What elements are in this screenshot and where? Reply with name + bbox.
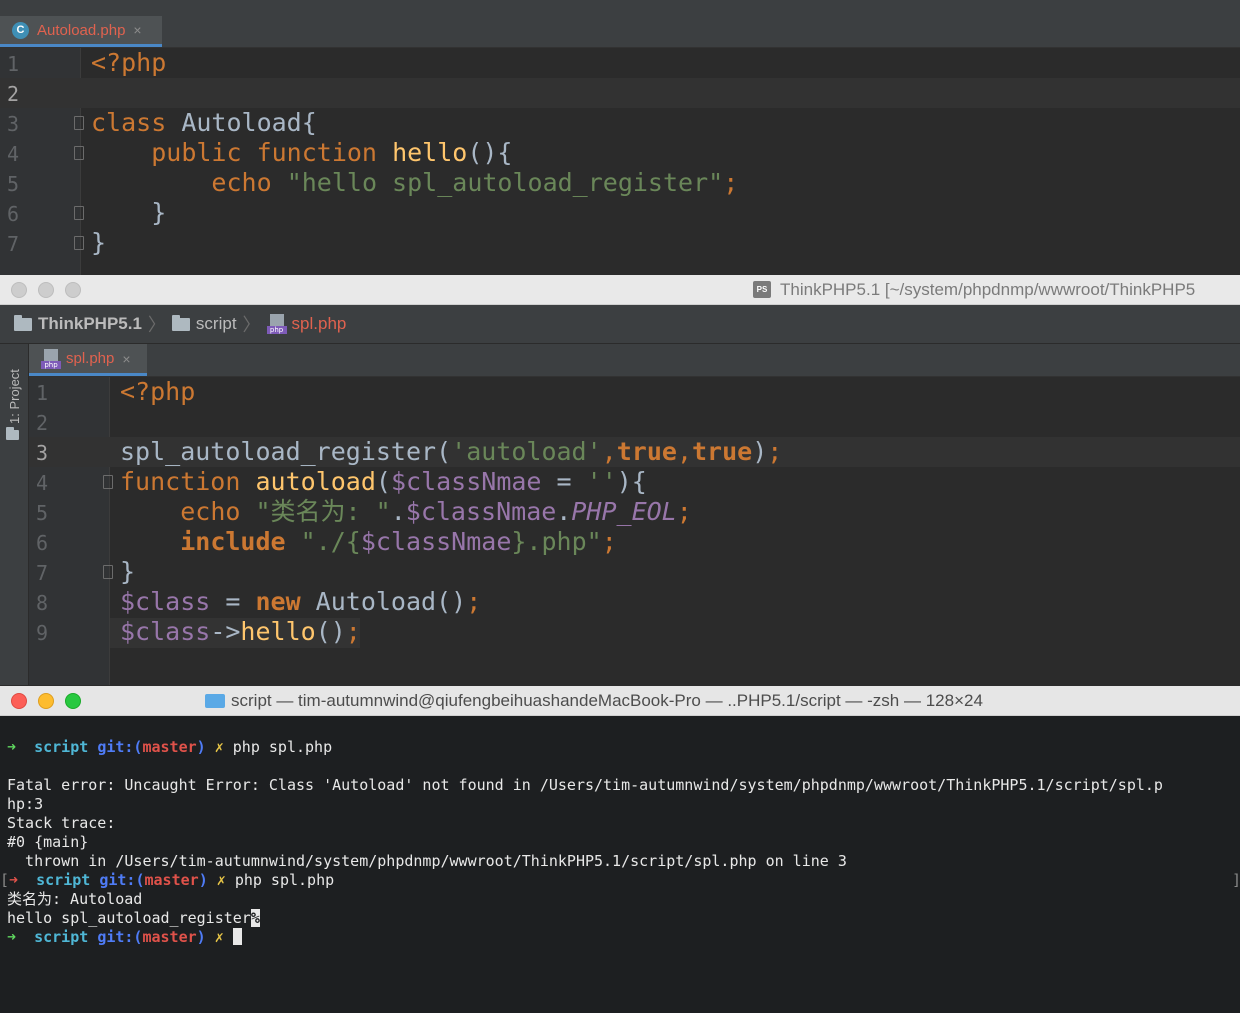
- code-line: function autoload($classNmae = ''){: [120, 467, 647, 496]
- maximize-window-button[interactable]: [65, 282, 81, 298]
- chevron-right-icon: 〉: [147, 315, 166, 335]
- line-number: 6: [36, 531, 49, 555]
- fold-marker-icon[interactable]: [103, 565, 113, 579]
- code-line: class Autoload{: [91, 108, 317, 137]
- php-file-icon: php: [266, 314, 287, 334]
- terminal-output: Stack trace:: [7, 814, 116, 832]
- close-window-button[interactable]: [11, 282, 27, 298]
- minimize-window-button[interactable]: [38, 693, 54, 709]
- breadcrumb: ThinkPHP5.1 〉 script 〉 php spl.php: [0, 305, 1240, 344]
- code-line: <?php: [91, 48, 167, 77]
- line-number: 7: [7, 232, 20, 256]
- maximize-window-button[interactable]: [65, 693, 81, 709]
- minimize-window-button[interactable]: [38, 282, 54, 298]
- current-line-highlight: [0, 78, 1240, 108]
- editor-tab-bar: C Autoload.php ×: [0, 0, 1240, 48]
- line-number: 2: [36, 411, 49, 435]
- folder-icon: [6, 427, 19, 440]
- code-line: spl_autoload_register('autoload',true,tr…: [120, 437, 783, 466]
- tab-autoload-php[interactable]: C Autoload.php ×: [0, 16, 162, 47]
- ide-window-spl: PS ThinkPHP5.1 [~/system/phpdnmp/wwwroot…: [0, 275, 1240, 685]
- code-line: }: [91, 198, 167, 227]
- editor-autoload: C Autoload.php × 1 2 3 4 5 6 7 <?php cla…: [0, 0, 1240, 275]
- code-line: <?php: [120, 377, 196, 406]
- tab-label: Autoload.php: [37, 21, 126, 39]
- line-number: 6: [7, 202, 20, 226]
- line-number: 8: [36, 591, 49, 615]
- project-tool-label: 1: Project: [7, 369, 22, 424]
- terminal-cursor: [232, 928, 242, 945]
- terminal-prompt-line: ➜ script git:(master) ✗ php spl.php: [7, 738, 333, 756]
- fold-marker-icon[interactable]: [74, 206, 84, 220]
- terminal-output: #0 {main}: [7, 833, 89, 851]
- terminal-output: Fatal error: Uncaught Error: Class 'Auto…: [7, 776, 1163, 794]
- tab-close-icon[interactable]: ×: [122, 351, 130, 367]
- terminal-bracket: ]: [1232, 871, 1240, 890]
- terminal-output: 类名为: Autoload: [7, 890, 143, 908]
- line-number: 5: [7, 172, 20, 196]
- line-number: 2: [7, 82, 20, 106]
- fold-marker-icon[interactable]: [74, 146, 84, 160]
- tab-close-icon[interactable]: ×: [133, 22, 141, 38]
- terminal-output: hp:3: [7, 795, 44, 813]
- terminal-output: hello spl_autoload_register%: [7, 909, 260, 927]
- line-number: 5: [36, 501, 49, 525]
- window-titlebar: PS ThinkPHP5.1 [~/system/phpdnmp/wwwroot…: [0, 275, 1240, 305]
- tab-label: spl.php: [66, 350, 115, 367]
- terminal-titlebar: script — tim-autumnwind@qiufengbeihuasha…: [0, 686, 1240, 716]
- line-number: 3: [7, 112, 20, 136]
- line-number: 1: [7, 52, 20, 76]
- breadcrumb-folder[interactable]: script: [196, 314, 237, 334]
- code-line: public function hello(){: [151, 138, 513, 167]
- folder-icon: [205, 694, 225, 708]
- fold-marker-icon[interactable]: [74, 236, 84, 250]
- line-number: 3: [36, 441, 49, 465]
- line-number: 7: [36, 561, 49, 585]
- code-line: echo "类名为: ".$classNmae.PHP_EOL;: [180, 497, 692, 526]
- terminal-prompt-line: [➜ script git:(master) ✗ php spl.php: [0, 871, 335, 889]
- code-line: $class->hello();: [120, 617, 361, 646]
- terminal-window: script — tim-autumnwind@qiufengbeihuasha…: [0, 686, 1240, 1013]
- terminal-output: thrown in /Users/tim-autumnwind/system/p…: [7, 852, 847, 870]
- line-number: 1: [36, 381, 49, 405]
- code-line: }: [120, 557, 136, 586]
- window-title: ThinkPHP5.1 [~/system/phpdnmp/wwwroot/Th…: [780, 280, 1196, 299]
- breadcrumb-root[interactable]: ThinkPHP5.1: [38, 314, 142, 334]
- breadcrumb-file[interactable]: spl.php: [292, 314, 347, 334]
- code-line: echo "hello spl_autoload_register";: [211, 168, 739, 197]
- tab-spl-php[interactable]: php spl.php ×: [29, 344, 147, 376]
- project-tool-strip: 1: Project: [0, 344, 29, 685]
- php-file-icon: php: [41, 348, 61, 369]
- line-number: 4: [7, 142, 20, 166]
- folder-icon: [14, 314, 32, 331]
- chevron-right-icon: 〉: [242, 315, 261, 335]
- fold-marker-icon[interactable]: [103, 475, 113, 489]
- close-window-button[interactable]: [11, 693, 27, 709]
- line-number: 4: [36, 471, 49, 495]
- fold-marker-icon[interactable]: [74, 116, 84, 130]
- editor-tab-bar: php spl.php ×: [29, 344, 1240, 377]
- code-line: $class = new Autoload();: [120, 587, 482, 616]
- terminal-prompt-line[interactable]: ➜ script git:(master) ✗: [7, 928, 242, 947]
- code-line: }: [91, 228, 107, 257]
- code-line: include "./{$classNmae}.php";: [180, 527, 617, 556]
- phpstorm-icon: PS: [753, 281, 771, 298]
- line-number: 9: [36, 621, 49, 645]
- folder-icon: [171, 314, 190, 331]
- class-file-icon: C: [12, 21, 29, 39]
- terminal-title: script — tim-autumnwind@qiufengbeihuasha…: [231, 691, 983, 710]
